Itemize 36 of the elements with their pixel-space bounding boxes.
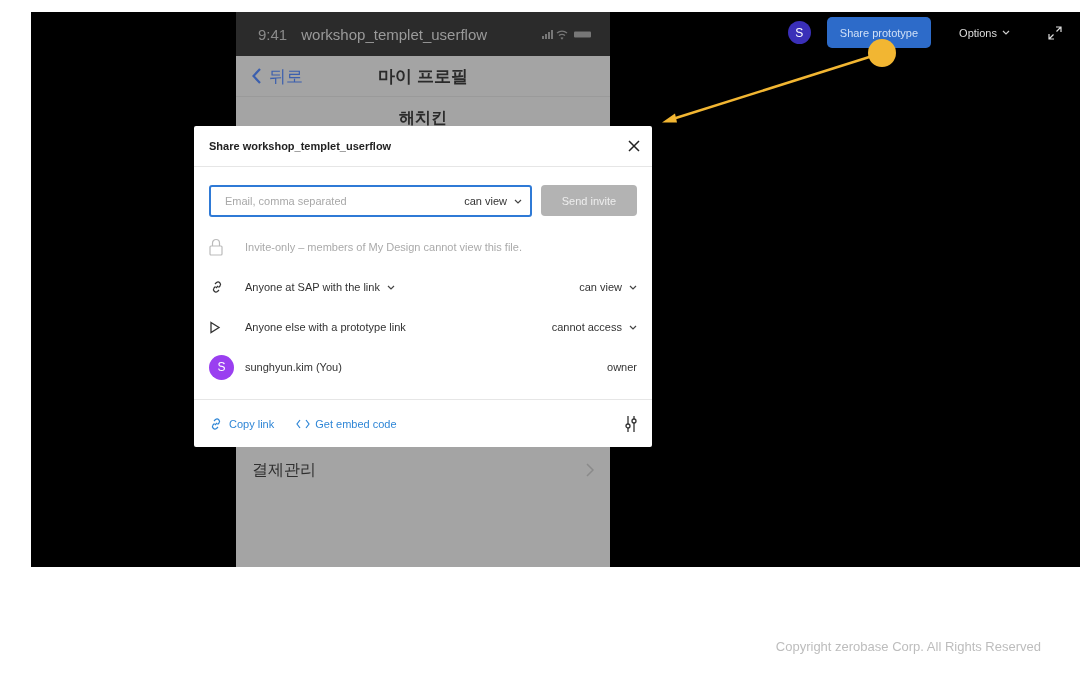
user-avatar: S bbox=[209, 354, 234, 380]
code-icon bbox=[296, 418, 311, 429]
permission-dropdown[interactable]: can view bbox=[464, 195, 522, 207]
permission-dropdown[interactable]: cannot access bbox=[551, 321, 637, 333]
embed-code-link[interactable]: Get embed code bbox=[296, 417, 397, 430]
chevron-down-icon bbox=[629, 324, 637, 330]
user-avatar[interactable]: S bbox=[787, 21, 811, 44]
share-prototype-button[interactable]: Share prototype bbox=[826, 17, 932, 48]
menu-row[interactable]: 결제관리 bbox=[236, 451, 610, 489]
access-label: Anyone else with a prototype link bbox=[245, 321, 406, 333]
dialog-title: Share workshop_templet_userflow bbox=[209, 140, 392, 152]
access-notice: Invite-only – members of My Design cannot view this file. bbox=[245, 241, 522, 253]
permission-label: owner bbox=[607, 361, 637, 373]
chevron-down-icon bbox=[386, 284, 395, 290]
status-title: workshop_templet_userflow bbox=[301, 25, 488, 43]
profile-name: 해치킨 bbox=[399, 108, 447, 128]
chevron-down-icon bbox=[629, 284, 637, 290]
options-dropdown[interactable]: Options bbox=[953, 17, 1016, 48]
access-dropdown[interactable]: Anyone at SAP with the link bbox=[245, 281, 395, 293]
copy-link[interactable]: Copy link bbox=[208, 415, 275, 432]
play-icon bbox=[209, 320, 221, 334]
signal-wifi-battery-icon bbox=[542, 28, 592, 40]
status-time: 9:41 bbox=[258, 25, 288, 43]
screen-title: 마이 프로필 bbox=[378, 65, 468, 88]
chevron-right-icon bbox=[586, 463, 594, 477]
close-icon[interactable] bbox=[628, 140, 640, 152]
chevron-down-icon bbox=[1002, 30, 1010, 35]
chevron-left-icon bbox=[252, 68, 261, 84]
settings-sliders-icon[interactable] bbox=[624, 414, 638, 433]
lock-icon bbox=[209, 238, 223, 256]
access-label: sunghyun.kim (You) bbox=[245, 361, 342, 373]
email-field[interactable]: Email, comma separated can view bbox=[209, 185, 532, 217]
copyright-text: Copyright zerobase Corp. All Rights Reserved bbox=[775, 639, 1041, 654]
chevron-down-icon bbox=[514, 198, 522, 204]
expand-icon[interactable] bbox=[1048, 26, 1062, 40]
permission-dropdown[interactable]: can view bbox=[579, 281, 637, 293]
